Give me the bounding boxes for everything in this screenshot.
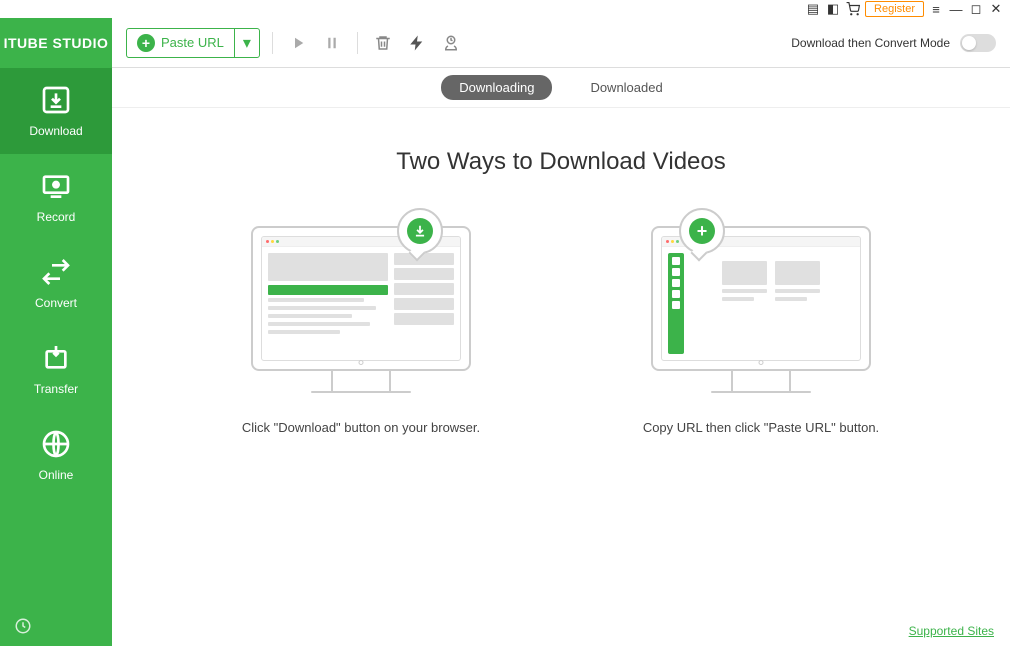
pause-icon [323, 34, 341, 52]
paste-url-button[interactable]: + Paste URL ▾ [126, 28, 260, 58]
register-button[interactable]: Register [865, 1, 924, 17]
play-icon [289, 34, 307, 52]
sidebar-item-download[interactable]: Download [0, 68, 112, 154]
monitor-illustration [651, 226, 871, 393]
convert-mode-switch[interactable] [960, 34, 996, 52]
sidebar-item-label: Download [29, 124, 82, 138]
turbo-button[interactable] [404, 30, 430, 56]
sidebar-item-label: Online [39, 468, 74, 482]
feedback-icon[interactable]: ◧ [825, 1, 841, 17]
menu-icon[interactable]: ≡ [928, 1, 944, 17]
sidebar-item-label: Record [37, 210, 76, 224]
sidebar-item-transfer[interactable]: Transfer [0, 326, 112, 412]
plus-bubble: + [679, 208, 725, 254]
convert-icon [40, 256, 72, 288]
sidebar-item-online[interactable]: Online [0, 412, 112, 498]
convert-mode-toggle: Download then Convert Mode [791, 34, 996, 52]
convert-mode-label: Download then Convert Mode [791, 36, 950, 50]
minimize-icon[interactable]: — [948, 1, 964, 17]
plus-icon: + [137, 34, 155, 52]
main: + Paste URL ▾ D [112, 18, 1010, 646]
trash-icon [374, 34, 392, 52]
sidebar-item-label: Transfer [34, 382, 78, 396]
arrow-down-icon [413, 224, 427, 238]
record-icon [40, 170, 72, 202]
download-icon [40, 84, 72, 116]
tab-downloading[interactable]: Downloading [441, 75, 552, 100]
notes-icon[interactable]: ▤ [805, 1, 821, 17]
supported-sites-link[interactable]: Supported Sites [909, 624, 994, 638]
content: Two Ways to Download Videos [112, 108, 1010, 646]
content-title: Two Ways to Download Videos [396, 148, 726, 176]
tabs: Downloading Downloaded [112, 68, 1010, 108]
sidebar-history[interactable] [0, 606, 112, 646]
toolbar: + Paste URL ▾ D [112, 18, 1010, 68]
app-logo: ITUBE STUDIO [0, 18, 112, 68]
online-icon [40, 428, 72, 460]
clock-icon [14, 617, 32, 635]
paste-url-label: Paste URL [161, 35, 224, 50]
way-caption: Copy URL then click "Paste URL" button. [643, 418, 879, 438]
sidebar-item-label: Convert [35, 296, 77, 310]
paste-url-dropdown[interactable]: ▾ [234, 29, 259, 57]
play-button[interactable] [285, 30, 311, 56]
download-bubble [397, 208, 443, 254]
bolt-icon [408, 34, 426, 52]
sidebar-item-record[interactable]: Record [0, 154, 112, 240]
pause-button[interactable] [319, 30, 345, 56]
close-icon[interactable]: ✕ [988, 1, 1004, 17]
titlebar: ▤ ◧ Register ≡ — ◻ ✕ [0, 0, 1010, 18]
schedule-button[interactable] [438, 30, 464, 56]
delete-button[interactable] [370, 30, 396, 56]
monitor-illustration [251, 226, 471, 393]
way-browser: Click "Download" button on your browser. [221, 226, 501, 438]
tab-downloaded[interactable]: Downloaded [572, 75, 680, 100]
schedule-icon [442, 34, 460, 52]
cart-icon[interactable] [845, 1, 861, 17]
sidebar-item-convert[interactable]: Convert [0, 240, 112, 326]
way-paste-url: + Copy URL then click "Paste URL" button… [621, 226, 901, 438]
sidebar: ITUBE STUDIO Download Record Convert Tra… [0, 18, 112, 646]
maximize-icon[interactable]: ◻ [968, 1, 984, 17]
transfer-icon [40, 342, 72, 374]
way-caption: Click "Download" button on your browser. [242, 418, 480, 438]
